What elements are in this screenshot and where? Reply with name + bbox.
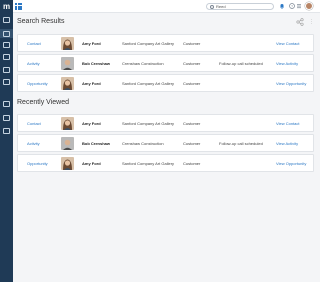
view-contact-link[interactable]: View Contact	[276, 41, 300, 46]
activity-note: Follow-up call scheduled	[219, 61, 263, 66]
company-name: Sanford Company Art Gallery	[122, 121, 175, 126]
company-name: Sanford Company Art Gallery	[122, 41, 175, 46]
result-type-link[interactable]: Opportunity	[27, 161, 48, 166]
company-name: Sanford Company Art Gallery	[122, 161, 175, 166]
result-type-link[interactable]: Activity	[27, 141, 40, 146]
sidebar-contacts-icon[interactable]	[3, 31, 10, 37]
man-photo	[61, 137, 74, 150]
woman-photo	[61, 37, 74, 50]
search-result-row[interactable]: Activity Bob Crenshaw Crenshaw Construct…	[17, 54, 314, 72]
search-result-row[interactable]: Opportunity Amy Ford Sanford Company Art…	[17, 74, 314, 92]
share-icon[interactable]	[296, 18, 304, 26]
view-contact-link[interactable]: View Contact	[276, 121, 300, 126]
sidebar-companies-icon[interactable]	[3, 42, 10, 48]
result-type-link[interactable]: Contact	[27, 121, 41, 126]
svg-text:?: ?	[291, 4, 293, 8]
recently-viewed-title: Recently Viewed	[17, 99, 70, 106]
sidebar-calendar-icon[interactable]	[3, 101, 10, 107]
search-result-row[interactable]: Contact Amy Ford Sanford Company Art Gal…	[17, 34, 314, 52]
company-name: Sanford Company Art Gallery	[122, 81, 175, 86]
company-name: Crenshaw Construction	[122, 61, 164, 66]
search-value: Reed	[216, 4, 226, 9]
woman-photo	[61, 157, 74, 170]
recent-row[interactable]: Activity Bob Crenshaw Crenshaw Construct…	[17, 134, 314, 152]
sidebar	[0, 0, 13, 282]
man-photo	[61, 57, 74, 70]
app-logo[interactable]: m	[0, 0, 13, 13]
app-grid-icon[interactable]	[15, 3, 22, 10]
recent-row[interactable]: Opportunity Amy Ford Sanford Company Art…	[17, 154, 314, 172]
view-activity-link[interactable]: View Activity	[276, 61, 298, 66]
search-results-title: Search Results	[17, 18, 65, 25]
contact-role: Customer	[183, 81, 201, 86]
woman-photo	[61, 77, 74, 90]
contact-role: Customer	[183, 61, 201, 66]
activity-note: Follow-up call scheduled	[219, 141, 263, 146]
contact-role: Customer	[183, 121, 201, 126]
sidebar-settings-icon[interactable]	[3, 115, 10, 121]
result-type-link[interactable]: Opportunity	[27, 81, 48, 86]
result-type-link[interactable]: Contact	[27, 41, 41, 46]
contact-role: Customer	[183, 41, 201, 46]
user-avatar[interactable]	[305, 2, 313, 10]
result-type-link[interactable]: Activity	[27, 61, 40, 66]
more-options-icon[interactable]: ⋮	[309, 20, 314, 25]
search-icon	[210, 5, 214, 9]
contact-name: Amy Ford	[82, 121, 101, 126]
contact-role: Customer	[183, 141, 201, 146]
view-opportunity-link[interactable]: View Opportunity	[276, 161, 306, 166]
woman-photo	[61, 117, 74, 130]
sidebar-reports-icon[interactable]	[3, 79, 10, 85]
contact-name: Amy Ford	[82, 41, 101, 46]
company-name: Crenshaw Construction	[122, 141, 164, 146]
recent-row[interactable]: Contact Amy Ford Sanford Company Art Gal…	[17, 114, 314, 132]
sidebar-documents-icon[interactable]	[3, 67, 10, 73]
bell-icon[interactable]	[279, 3, 285, 9]
sidebar-admin-icon[interactable]	[3, 128, 10, 134]
view-opportunity-link[interactable]: View Opportunity	[276, 81, 306, 86]
sidebar-dashboard-icon[interactable]	[3, 17, 10, 23]
contact-name: Bob Crenshaw	[82, 61, 111, 66]
sidebar-activities-icon[interactable]	[3, 54, 10, 60]
contact-name: Amy Ford	[82, 81, 101, 86]
contact-role: Customer	[183, 161, 201, 166]
contact-name: Bob Crenshaw	[82, 141, 111, 146]
menu-icon[interactable]	[296, 3, 302, 9]
contact-name: Amy Ford	[82, 161, 101, 166]
search-input[interactable]: Reed	[206, 3, 274, 10]
view-activity-link[interactable]: View Activity	[276, 141, 298, 146]
help-icon[interactable]: ?	[289, 3, 295, 9]
